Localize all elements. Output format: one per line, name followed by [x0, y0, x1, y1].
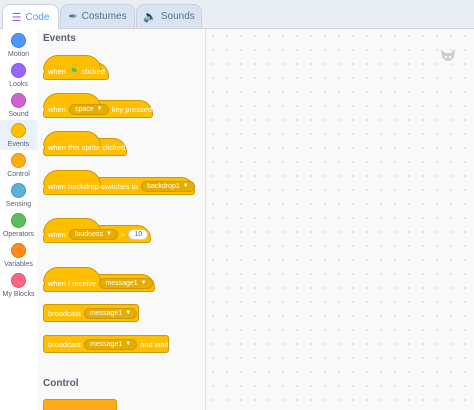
category-control[interactable]: Control [0, 150, 37, 180]
category-variables[interactable]: Variables [0, 240, 37, 270]
category-label: Sound [8, 111, 29, 118]
chevron-down-icon: ▼ [105, 231, 112, 237]
variables-category-icon [11, 243, 26, 258]
category-sound[interactable]: Sound [0, 90, 37, 120]
category-label: Sensing [5, 201, 32, 208]
chevron-down-icon: ▼ [96, 106, 103, 112]
category-label: Control [7, 171, 30, 178]
category-label: Events [7, 141, 30, 148]
sensor-dropdown[interactable]: loudness ▼ [68, 228, 118, 240]
tab-sounds-label: Sounds [160, 11, 195, 22]
category-label: Looks [9, 81, 28, 88]
events-category-icon [11, 123, 26, 138]
block-text: and wait [140, 339, 169, 349]
when-sprite-clicked-block[interactable]: when this sprite clicked [43, 131, 127, 156]
speaker-icon: 🔈 [143, 11, 157, 23]
sound-category-icon [11, 93, 26, 108]
code-icon: ☰ [11, 11, 22, 24]
broadcast-and-wait-block[interactable]: broadcast message1 ▼ and wait [43, 335, 169, 353]
category-looks[interactable]: Looks [0, 60, 37, 90]
dropdown-value: message1 [89, 309, 123, 317]
block-text: when [48, 104, 66, 114]
control-block-partial[interactable] [43, 399, 117, 410]
block-palette: Events when ⚑ clicked when space ▼ key pr… [37, 29, 206, 410]
sprite-watermark-icon [438, 45, 458, 67]
block-text: when [48, 229, 66, 239]
dropdown-value: backdrop1 [147, 182, 180, 190]
code-workspace-area: Motion Looks Sound Events Control Sensin… [0, 28, 474, 410]
when-loudness-block[interactable]: when loudness ▼ > 10 [43, 218, 151, 243]
tab-bar: ☰ Code ✒ Costumes 🔈 Sounds [0, 0, 474, 29]
my-blocks-category-icon [11, 273, 26, 288]
backdrop-dropdown[interactable]: backdrop1 ▼ [141, 180, 195, 192]
block-text: when I receive [48, 278, 97, 288]
motion-category-icon [11, 33, 26, 48]
script-canvas[interactable] [206, 29, 474, 410]
brush-icon: ✒ [68, 11, 78, 23]
block-text: key pressed [111, 104, 153, 114]
broadcast-block[interactable]: broadcast message1 ▼ [43, 304, 139, 322]
message-dropdown[interactable]: message1 ▼ [83, 307, 138, 319]
green-flag-icon: ⚑ [69, 65, 79, 76]
category-my-blocks[interactable]: My Blocks [0, 270, 37, 300]
key-dropdown[interactable]: space ▼ [68, 103, 109, 115]
dropdown-value: message1 [105, 279, 138, 287]
category-label: My Blocks [2, 291, 35, 298]
tab-sounds[interactable]: 🔈 Sounds [136, 4, 202, 28]
dropdown-value: loudness [74, 230, 103, 238]
block-text: broadcast [48, 308, 81, 318]
control-category-icon [11, 153, 26, 168]
block-text: > [120, 229, 126, 239]
message-dropdown[interactable]: message1 ▼ [83, 338, 138, 350]
category-label: Operators [2, 231, 35, 238]
message-dropdown[interactable]: message1 ▼ [99, 277, 153, 289]
chevron-down-icon: ▼ [140, 280, 147, 286]
block-text: when [48, 66, 66, 76]
events-section-title: Events [43, 33, 76, 44]
control-section-title: Control [43, 378, 79, 389]
chevron-down-icon: ▼ [125, 341, 132, 347]
block-text: when backdrop switches to [48, 181, 139, 191]
category-label: Motion [7, 51, 29, 58]
block-text: clicked [82, 66, 105, 76]
when-key-pressed-block[interactable]: when space ▼ key pressed [43, 93, 153, 118]
category-menu: Motion Looks Sound Events Control Sensin… [0, 29, 38, 410]
when-i-receive-block[interactable]: when I receive message1 ▼ [43, 267, 155, 292]
tab-code-label: Code [25, 11, 50, 23]
dropdown-value: space [74, 105, 94, 113]
block-text: broadcast [48, 339, 81, 349]
when-backdrop-switches-block[interactable]: when backdrop switches to backdrop1 ▼ [43, 170, 195, 195]
category-motion[interactable]: Motion [0, 30, 37, 60]
block-text: when this sprite clicked [48, 142, 126, 152]
tab-costumes[interactable]: ✒ Costumes [60, 4, 135, 28]
tab-code[interactable]: ☰ Code [2, 4, 59, 29]
tab-costumes-label: Costumes [81, 11, 127, 22]
operators-category-icon [11, 213, 26, 228]
sensing-category-icon [11, 183, 26, 198]
when-flag-clicked-block[interactable]: when ⚑ clicked [43, 55, 109, 80]
category-events[interactable]: Events [0, 120, 37, 150]
chevron-down-icon: ▼ [182, 183, 189, 189]
threshold-input[interactable]: 10 [128, 228, 149, 240]
looks-category-icon [11, 63, 26, 78]
dropdown-value: message1 [89, 340, 123, 348]
chevron-down-icon: ▼ [125, 310, 132, 316]
category-operators[interactable]: Operators [0, 210, 37, 240]
category-label: Variables [4, 261, 33, 268]
category-sensing[interactable]: Sensing [0, 180, 37, 210]
